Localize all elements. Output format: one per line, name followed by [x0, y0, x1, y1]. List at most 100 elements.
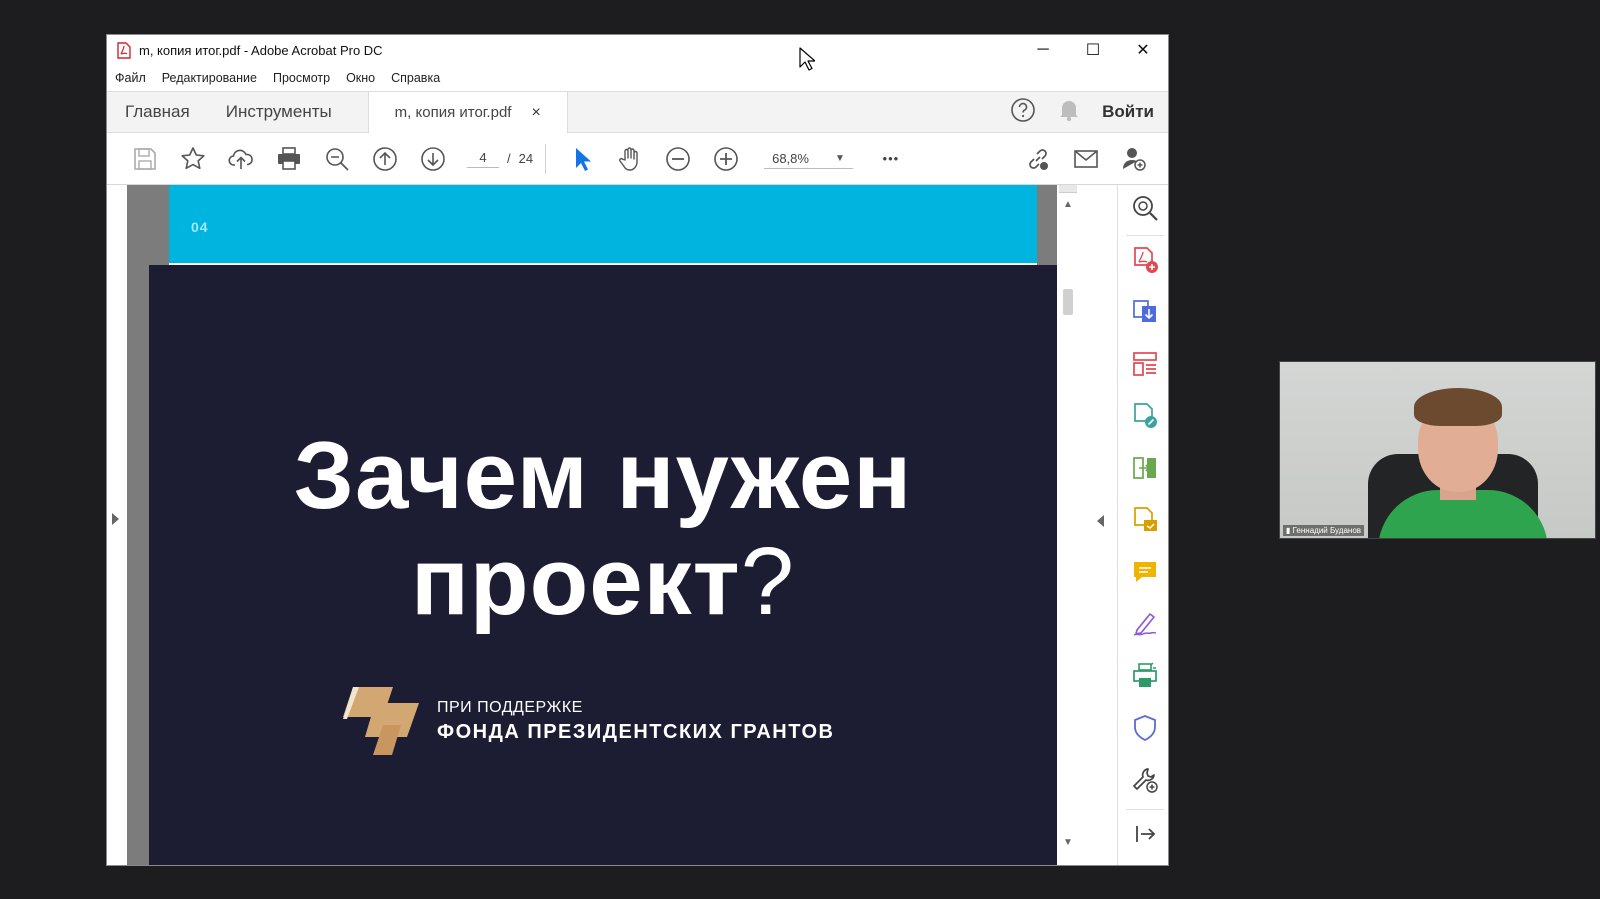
toolbar-divider [545, 143, 547, 174]
tab-document[interactable]: m, копия итог.pdf × [367, 92, 568, 133]
scroll-down-arrow-icon[interactable]: ▼ [1063, 837, 1073, 848]
select-tool-button[interactable] [558, 139, 606, 179]
tab-home[interactable]: Главная [107, 92, 208, 132]
share-link-button[interactable] [1014, 139, 1062, 179]
grant-fund-text: ПРИ ПОДДЕРЖКЕ ФОНДА ПРЕЗИДЕНТСКИХ ГРАНТО… [437, 699, 834, 744]
page-headline: Зачем нужен проект? [149, 423, 1057, 635]
rp-protect-button[interactable] [1130, 713, 1160, 743]
email-icon [1074, 150, 1098, 168]
rp-zoom-button[interactable] [1130, 193, 1160, 223]
page-down-icon [421, 146, 445, 171]
find-button[interactable] [313, 139, 361, 179]
combine-files-icon [1133, 457, 1156, 479]
page-separator: / [507, 151, 511, 166]
previous-page-bottom: 04 [169, 185, 1037, 265]
more-tools-icon [1133, 768, 1158, 793]
zoom-out-button[interactable] [654, 139, 702, 179]
collapse-panel-icon [1136, 826, 1156, 842]
rp-divider-bottom [1126, 809, 1164, 810]
main-toolbar: / 24 68,8% ▼ ••• [107, 133, 1168, 185]
minimize-button[interactable]: ─ [1018, 35, 1068, 65]
save-icon [134, 147, 156, 170]
fill-sign-icon [1133, 613, 1157, 636]
page-up-icon [373, 146, 397, 171]
help-icon[interactable] [1010, 97, 1036, 128]
rp-more-tools-button[interactable] [1130, 765, 1160, 795]
rp-divider [1126, 235, 1164, 236]
sign-in-button[interactable]: Войти [1102, 102, 1154, 122]
scroll-up-arrow-icon[interactable]: ▲ [1063, 199, 1073, 210]
support-line-1: ПРИ ПОДДЕРЖКЕ [437, 698, 583, 716]
email-button[interactable] [1062, 139, 1110, 179]
rp-request-signature-button[interactable] [1130, 505, 1160, 535]
rp-fill-sign-button[interactable] [1130, 609, 1160, 639]
scrollbar-thumb[interactable] [1063, 289, 1073, 315]
upload-button[interactable] [217, 139, 265, 179]
mouse-cursor-icon [799, 47, 815, 71]
rp-export-pdf-button[interactable] [1130, 297, 1160, 327]
collapse-right-panel-icon[interactable] [1097, 515, 1104, 527]
page-navigator: / 24 [467, 149, 533, 168]
save-button[interactable] [121, 139, 169, 179]
rp-collapse-button[interactable] [1130, 819, 1160, 849]
protect-shield-icon [1134, 715, 1156, 742]
title-bar[interactable]: m, копия итог.pdf - Adobe Acrobat Pro DC… [107, 35, 1168, 65]
menu-edit[interactable]: Редактирование [162, 71, 257, 85]
desktop-screen: m, копия итог.pdf - Adobe Acrobat Pro DC… [0, 0, 1600, 899]
close-document-tab-button[interactable]: × [531, 104, 540, 122]
document-canvas[interactable]: 04 Зачем нужен проект? ПРИ ПОДДЕРЖКЕ ФОН… [127, 185, 1057, 865]
more-dots: ••• [882, 151, 900, 166]
rp-comment-button[interactable] [1130, 557, 1160, 587]
previous-page-button[interactable] [361, 139, 409, 179]
pdf-page: Зачем нужен проект? ПРИ ПОДДЕРЖКЕ ФОНДА [149, 265, 1057, 865]
zoom-magnifier-icon [1133, 196, 1158, 221]
webcam-video-tile[interactable]: ▮ Геннадий Буданов [1279, 361, 1596, 539]
add-user-button[interactable] [1110, 139, 1158, 179]
window-title: m, копия итог.pdf - Adobe Acrobat Pro DC [139, 42, 383, 58]
menu-view[interactable]: Просмотр [273, 71, 330, 85]
bookmark-button[interactable] [169, 139, 217, 179]
webcam-person-hair [1414, 388, 1502, 426]
menu-file[interactable]: Файл [115, 71, 146, 85]
grant-fund-logo-block: ПРИ ПОДДЕРЖКЕ ФОНДА ПРЕЗИДЕНТСКИХ ГРАНТО… [339, 685, 834, 757]
more-tools-button[interactable]: ••• [867, 139, 915, 179]
print-icon [278, 146, 300, 170]
next-page-button[interactable] [409, 139, 457, 179]
menu-bar: Файл Редактирование Просмотр Окно Справк… [107, 65, 1168, 91]
vertical-scrollbar[interactable]: ▲ ▼ [1057, 185, 1079, 865]
bookmark-star-icon [181, 146, 205, 169]
document-tab-label: m, копия итог.pdf [394, 104, 512, 121]
zoom-in-button[interactable] [702, 139, 750, 179]
close-window-button[interactable]: ✕ [1118, 35, 1168, 65]
rp-print-production-button[interactable] [1130, 661, 1160, 691]
request-signature-icon [1134, 507, 1157, 531]
question-mark: ? [740, 528, 796, 635]
right-tools-panel [1117, 185, 1168, 865]
grant-fund-logo-icon [343, 687, 419, 755]
left-panel-toggle[interactable] [107, 185, 127, 865]
menu-window[interactable]: Окно [346, 71, 375, 85]
acrobat-window: m, копия итог.pdf - Adobe Acrobat Pro DC… [106, 34, 1169, 866]
cyan-header-band: 04 [169, 185, 1037, 263]
headline-line-1: Зачем нужен [293, 422, 913, 529]
notification-bell-icon[interactable] [1058, 98, 1080, 127]
tab-bar: Главная Инструменты m, копия итог.pdf × … [107, 91, 1168, 133]
current-page-input[interactable] [467, 149, 499, 168]
zoom-level-value: 68,8% [772, 150, 809, 166]
rp-edit-pdf-button[interactable] [1130, 401, 1160, 431]
toolbar-share-group [1014, 139, 1158, 179]
page-number-label: 04 [191, 219, 209, 235]
maximize-button[interactable]: ☐ [1068, 35, 1118, 65]
print-button[interactable] [265, 139, 313, 179]
menu-help[interactable]: Справка [391, 71, 440, 85]
scrollbar-top-cap [1059, 185, 1077, 193]
comment-icon [1134, 562, 1156, 582]
rp-combine-files-button[interactable] [1130, 453, 1160, 483]
hand-tool-button[interactable] [606, 139, 654, 179]
upload-cloud-icon [228, 149, 253, 169]
zoom-level-select[interactable]: 68,8% ▼ [764, 149, 853, 169]
participant-name: Геннадий Буданов [1292, 526, 1362, 535]
rp-create-pdf-button[interactable] [1130, 245, 1160, 275]
rp-organize-pages-button[interactable] [1130, 349, 1160, 379]
tab-tools[interactable]: Инструменты [208, 92, 350, 132]
